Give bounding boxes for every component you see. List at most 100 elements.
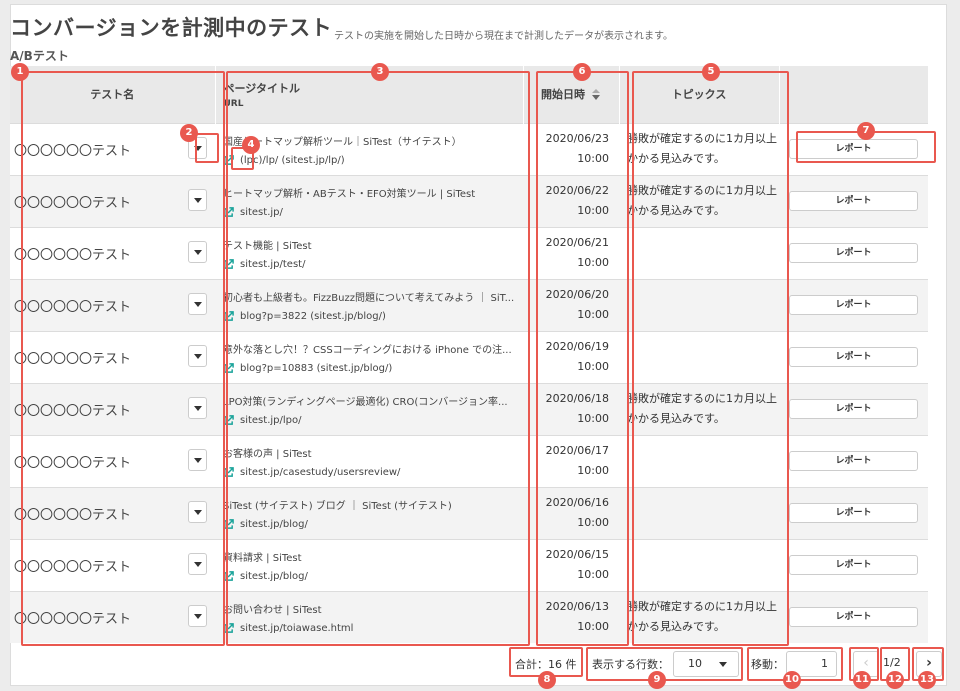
row-dropdown-button[interactable] xyxy=(188,396,207,419)
row-dropdown-button[interactable] xyxy=(188,240,207,263)
page-url[interactable]: sitest.jp/toiawase.html xyxy=(223,623,523,634)
external-link-icon[interactable] xyxy=(223,570,234,582)
row-dropdown-button[interactable] xyxy=(188,604,207,627)
topic-cell xyxy=(619,538,779,591)
page-url[interactable]: sitest.jp/blog/ xyxy=(223,571,523,582)
page-url-text[interactable]: sitest.jp/lpo/ xyxy=(240,415,301,426)
page-url[interactable]: blog?p=10883 (sitest.jp/blog/) xyxy=(223,363,523,374)
page-url[interactable]: sitest.jp/blog/ xyxy=(223,519,523,530)
test-name: 〇〇〇〇〇〇テスト xyxy=(14,559,132,575)
topic-cell: 勝敗が確定するのに1カ月以上かかる見込みです。 xyxy=(619,122,779,175)
test-name: 〇〇〇〇〇〇テスト xyxy=(14,247,132,263)
external-link-icon[interactable] xyxy=(223,518,234,530)
page-cell: ヒートマップ解析・ABテスト・EFO対策ツール | SiTest sitest.j… xyxy=(215,174,523,227)
external-link-icon[interactable] xyxy=(223,622,234,634)
report-button[interactable]: レポート xyxy=(789,555,918,575)
report-cell: レポート xyxy=(779,590,928,643)
column-header-start-date[interactable]: 開始日時 xyxy=(523,66,620,123)
table-row: 〇〇〇〇〇〇テスト 意外な落とし穴！？CSSコーディングにおける iPhone で… xyxy=(10,330,928,383)
row-dropdown-button[interactable] xyxy=(188,500,207,523)
start-date: 2020/06/19 xyxy=(545,340,609,353)
report-cell: レポート xyxy=(779,538,928,591)
row-dropdown-button[interactable] xyxy=(188,344,207,367)
page-url[interactable]: sitest.jp/lpo/ xyxy=(223,415,523,426)
report-button[interactable]: レポート xyxy=(789,503,918,523)
start-time: 10:00 xyxy=(577,412,609,425)
section-subtitle: A/Bテスト xyxy=(10,49,69,63)
rows-per-page-label: 表示する行数： xyxy=(592,658,669,671)
external-link-icon[interactable] xyxy=(223,414,234,426)
start-date: 2020/06/17 xyxy=(545,444,609,457)
page-url[interactable]: sitest.jp/test/ xyxy=(223,259,523,270)
test-name-cell: 〇〇〇〇〇〇テスト xyxy=(10,278,215,331)
report-button[interactable]: レポート xyxy=(789,139,918,159)
report-button[interactable]: レポート xyxy=(789,243,918,263)
test-name: 〇〇〇〇〇〇テスト xyxy=(14,143,132,159)
report-cell: レポート xyxy=(779,174,928,227)
report-button[interactable]: レポート xyxy=(789,399,918,419)
page-url[interactable]: (lpc)/lp/ (sitest.jp/lp/) xyxy=(223,155,523,166)
start-date-cell: 2020/06/22 10:00 xyxy=(523,174,619,227)
annotation-marker-1: 1 xyxy=(11,63,29,81)
report-cell: レポート xyxy=(779,486,928,539)
page-url-text[interactable]: (lpc)/lp/ (sitest.jp/lp/) xyxy=(240,155,345,166)
page-url[interactable]: blog?p=3822 (sitest.jp/blog/) xyxy=(223,311,523,322)
annotation-marker-10: 10 xyxy=(783,671,801,689)
page-title-text: 初心者も上級者も。FizzBuzz問題について考えてみよう ｜ SiT... xyxy=(223,292,515,304)
annotation-marker-6: 6 xyxy=(573,63,591,81)
topic-cell: 勝敗が確定するのに1カ月以上かかる見込みです。 xyxy=(619,590,779,643)
report-button[interactable]: レポート xyxy=(789,295,918,315)
page-url[interactable]: sitest.jp/ xyxy=(223,207,523,218)
report-cell: レポート xyxy=(779,382,928,435)
page-url-text[interactable]: sitest.jp/test/ xyxy=(240,259,305,270)
start-date: 2020/06/23 xyxy=(545,132,609,145)
sort-icon[interactable] xyxy=(591,89,601,101)
page-url[interactable]: sitest.jp/casestudy/usersreview/ xyxy=(223,467,523,478)
external-link-icon[interactable] xyxy=(223,466,234,478)
page-cell: 初心者も上級者も。FizzBuzz問題について考えてみよう ｜ SiT... bl… xyxy=(215,278,523,331)
page-title-text: テスト機能 | SiTest xyxy=(223,240,312,252)
test-name-cell: 〇〇〇〇〇〇テスト xyxy=(10,330,215,383)
page-description: テストの実施を開始した日時から現在まで計測したデータが表示されます。 xyxy=(334,31,673,42)
page-title-text: 意外な落とし穴！？CSSコーディングにおける iPhone での注... xyxy=(223,344,512,356)
page-cell: お問い合わせ | SiTest sitest.jp/toiawase.html xyxy=(215,590,523,643)
start-date: 2020/06/21 xyxy=(545,236,609,249)
external-link-icon[interactable] xyxy=(223,310,234,322)
page-url-text[interactable]: sitest.jp/ xyxy=(240,207,283,218)
external-link-icon[interactable] xyxy=(223,154,234,166)
rows-per-page-select[interactable]: 10 xyxy=(673,651,739,677)
report-button[interactable]: レポート xyxy=(789,347,918,367)
row-dropdown-button[interactable] xyxy=(188,188,207,211)
table-header-row: テスト名 ページタイトル URL 開始日時 トピックス xyxy=(10,66,929,123)
annotation-marker-7: 7 xyxy=(857,122,875,140)
annotation-marker-9: 9 xyxy=(648,671,666,689)
page-cell: お客様の声 | SiTest sitest.jp/casestudy/usersr… xyxy=(215,434,523,487)
page-cell: 国産ヒートマップ解析ツール｜SiTest（サイテスト） (lpc)/lp/ (si… xyxy=(215,122,523,175)
page-url-text[interactable]: sitest.jp/blog/ xyxy=(240,519,308,530)
page-url-text[interactable]: sitest.jp/casestudy/usersreview/ xyxy=(240,467,400,478)
test-name-cell: 〇〇〇〇〇〇テスト xyxy=(10,382,215,435)
annotation-marker-13: 13 xyxy=(918,671,936,689)
page-info: 1/2 xyxy=(883,656,901,669)
row-dropdown-button[interactable] xyxy=(188,448,207,471)
page-url-text[interactable]: sitest.jp/toiawase.html xyxy=(240,623,353,634)
annotation-marker-2: 2 xyxy=(180,124,198,142)
start-date: 2020/06/22 xyxy=(545,184,609,197)
start-time: 10:00 xyxy=(577,568,609,581)
annotation-marker-3: 3 xyxy=(371,63,389,81)
page-cell: LPO対策(ランディングページ最適化) CRO(コンバージョン率... sites… xyxy=(215,382,523,435)
row-dropdown-button[interactable] xyxy=(188,552,207,575)
page-url-text[interactable]: sitest.jp/blog/ xyxy=(240,571,308,582)
page-title-text: 国産ヒートマップ解析ツール｜SiTest（サイテスト） xyxy=(223,136,462,148)
row-dropdown-button[interactable] xyxy=(188,292,207,315)
external-link-icon[interactable] xyxy=(223,206,234,218)
page-url-text[interactable]: blog?p=10883 (sitest.jp/blog/) xyxy=(240,363,392,374)
external-link-icon[interactable] xyxy=(223,362,234,374)
report-cell: レポート xyxy=(779,434,928,487)
page-url-text[interactable]: blog?p=3822 (sitest.jp/blog/) xyxy=(240,311,386,322)
external-link-icon[interactable] xyxy=(223,258,234,270)
report-button[interactable]: レポート xyxy=(789,451,918,471)
report-button[interactable]: レポート xyxy=(789,191,918,211)
report-button[interactable]: レポート xyxy=(789,607,918,628)
annotation-marker-11: 11 xyxy=(853,671,871,689)
